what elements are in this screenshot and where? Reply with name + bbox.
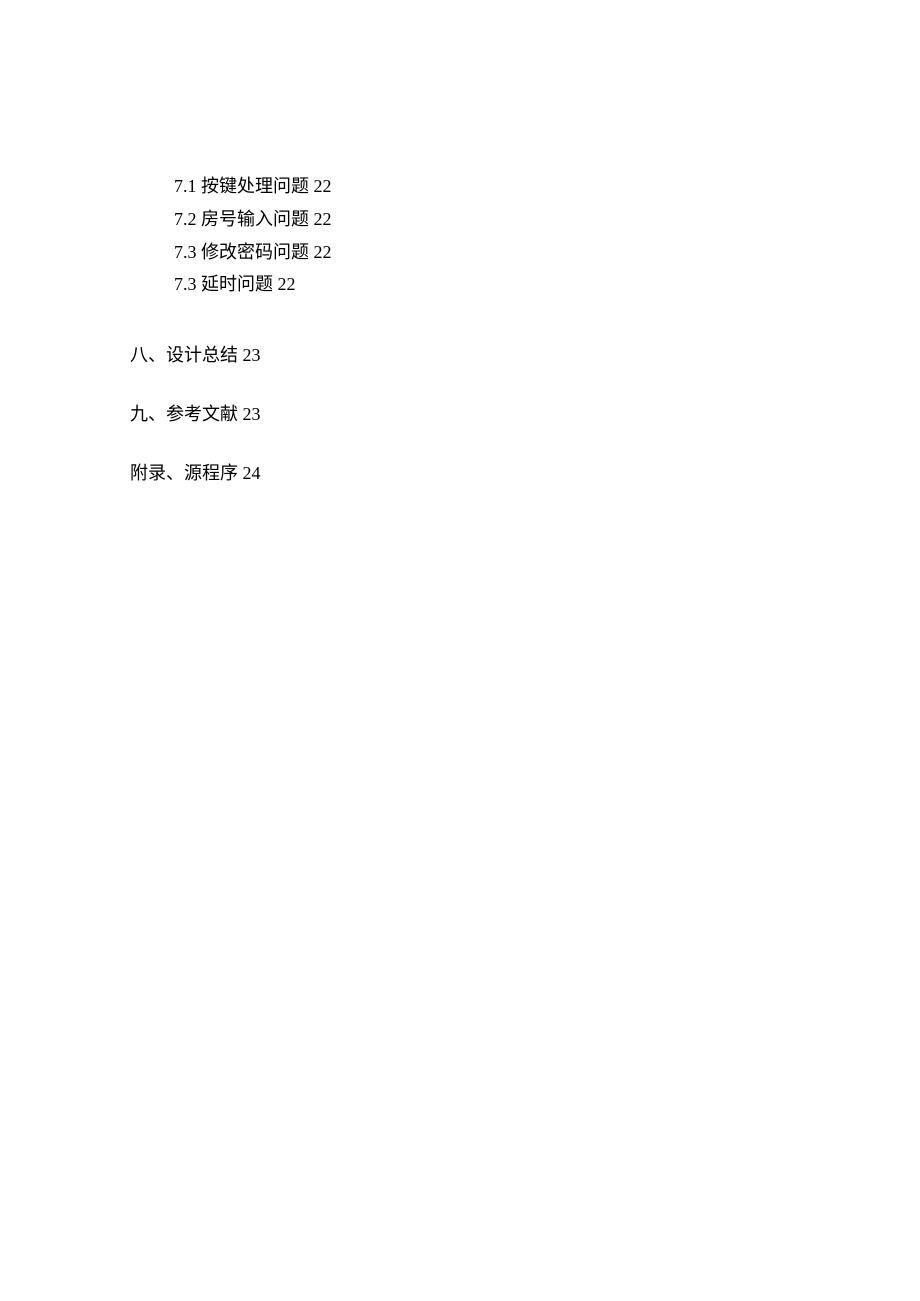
toc-main-item: 八、设计总结 23 <box>130 341 820 370</box>
toc-main-item: 九、参考文献 23 <box>130 400 820 429</box>
document-page: 7.1 按键处理问题 22 7.2 房号输入问题 22 7.3 修改密码问题 2… <box>0 0 920 488</box>
toc-sub-item: 7.3 延时问题 22 <box>174 270 820 299</box>
toc-sub-item: 7.2 房号输入问题 22 <box>174 205 820 234</box>
toc-main-item: 附录、源程序 24 <box>130 459 820 488</box>
toc-sub-item: 7.3 修改密码问题 22 <box>174 238 820 267</box>
toc-sub-items: 7.1 按键处理问题 22 7.2 房号输入问题 22 7.3 修改密码问题 2… <box>130 172 820 299</box>
toc-sub-item: 7.1 按键处理问题 22 <box>174 172 820 201</box>
